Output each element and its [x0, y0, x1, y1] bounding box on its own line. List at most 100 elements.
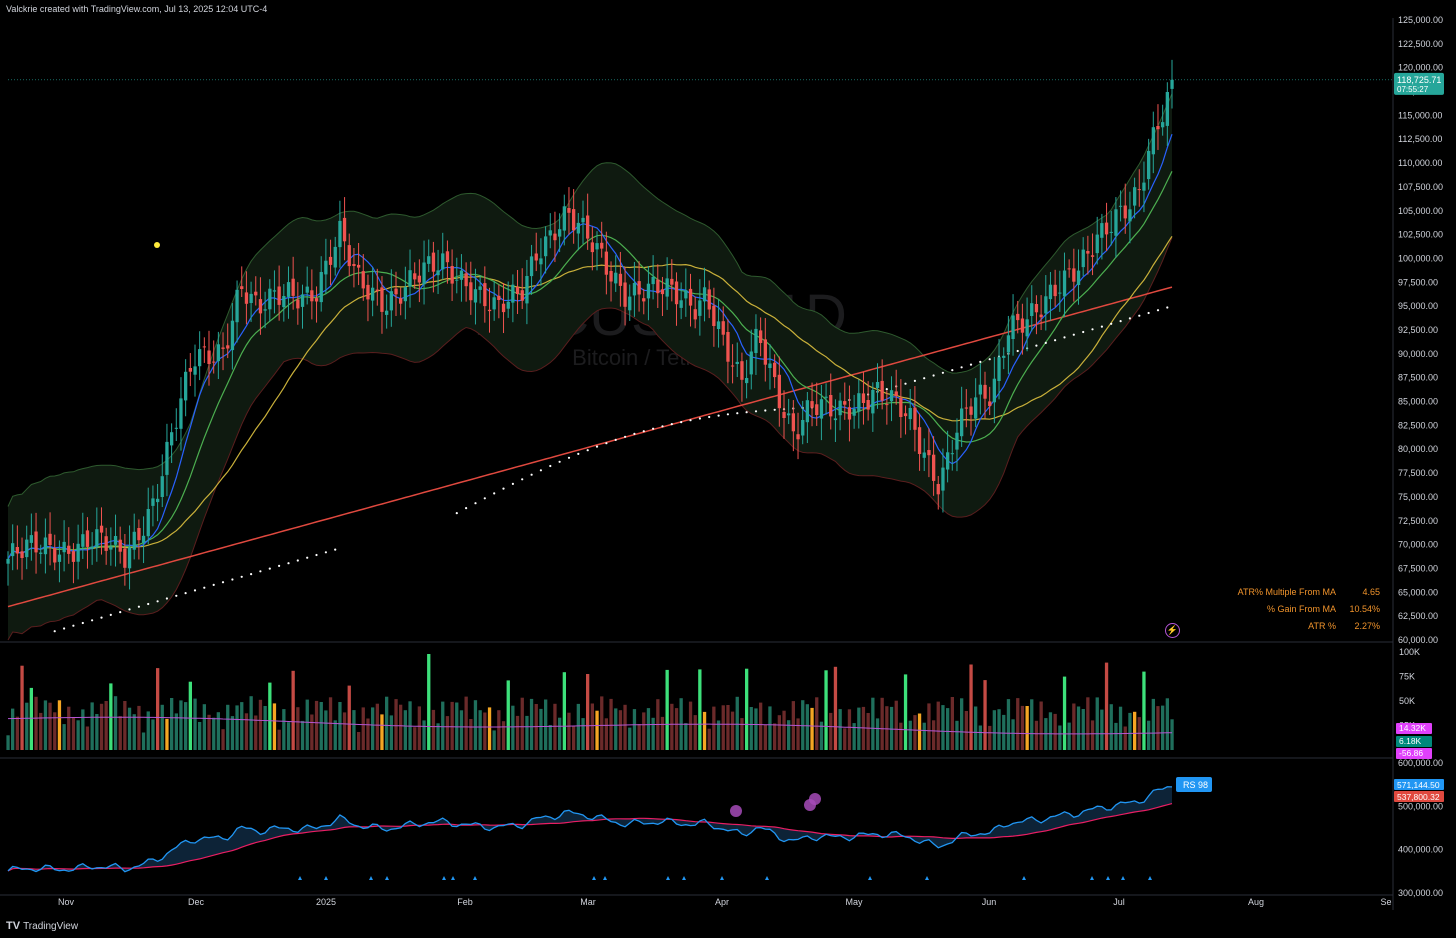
volume-bar	[941, 705, 945, 750]
candle	[773, 362, 777, 378]
signal-triangle	[369, 876, 373, 880]
volume-bar	[417, 706, 421, 750]
candle	[567, 208, 571, 213]
volume-bar	[899, 722, 903, 750]
candle	[34, 531, 38, 553]
candle	[380, 287, 384, 312]
candle	[716, 321, 721, 329]
dot-point	[165, 597, 168, 600]
signal-triangle	[1148, 876, 1152, 880]
price-chart[interactable]: BTCUSDT, 1DBitcoin / TetherUS125,000.001…	[0, 0, 1456, 938]
rs-axis-tick-label: 300,000.00	[1398, 888, 1443, 898]
volume-bar	[1170, 719, 1174, 750]
candle	[660, 289, 665, 295]
candle	[501, 303, 506, 313]
volume-bar	[665, 669, 669, 750]
candle	[978, 384, 982, 395]
volume-bar	[57, 700, 62, 750]
volume-bar	[529, 698, 534, 750]
volume-bar	[113, 696, 118, 750]
candle	[170, 432, 174, 446]
price-axis-tick-label: 102,500.00	[1398, 230, 1443, 240]
candle	[11, 543, 15, 557]
volume-bar	[1067, 722, 1071, 750]
candle	[305, 286, 309, 293]
volume-bar	[1104, 662, 1109, 750]
candle	[558, 229, 562, 237]
candle	[1100, 223, 1104, 238]
candle	[590, 242, 594, 253]
candle	[1006, 335, 1011, 353]
candle	[917, 427, 922, 454]
time-axis-label: Mar	[580, 897, 596, 907]
volume-bar	[380, 714, 384, 750]
candle	[361, 271, 365, 289]
candle	[385, 310, 389, 315]
dot-point	[1100, 325, 1103, 328]
candle	[1062, 270, 1067, 297]
candle	[244, 292, 249, 304]
volume-bar	[988, 725, 992, 750]
volume-bar	[1072, 703, 1076, 750]
volume-bar	[342, 712, 347, 750]
volume-bar	[459, 710, 464, 750]
volume-bar	[614, 708, 618, 750]
dot-point	[904, 382, 907, 385]
volume-bar	[992, 710, 996, 750]
price-axis-tick-label: 65,000.00	[1398, 587, 1438, 597]
volume-bar	[338, 702, 342, 750]
rs-fill	[8, 786, 1172, 872]
volume-axis-tick-label: 50K	[1399, 696, 1415, 706]
volume-bar	[1058, 725, 1062, 750]
volume-bar	[296, 707, 300, 750]
candle	[179, 398, 183, 429]
candle	[310, 290, 314, 302]
candle	[1044, 296, 1048, 314]
candle	[286, 282, 291, 297]
volume-bar	[618, 710, 623, 750]
volume-bar	[978, 725, 982, 750]
price-axis-tick-label: 62,500.00	[1398, 611, 1438, 621]
volume-bar	[207, 714, 211, 750]
candle	[1053, 284, 1057, 297]
dot-point	[250, 573, 253, 576]
dot-point	[147, 602, 150, 606]
dot-point	[1147, 311, 1150, 315]
candle	[1095, 234, 1099, 254]
volume-bar	[544, 699, 548, 750]
time-axis-label: Jun	[982, 897, 997, 907]
dot-point	[586, 449, 589, 452]
volume-bar	[160, 704, 164, 750]
dot-point	[203, 586, 206, 589]
candle	[913, 407, 917, 430]
stats-label: ATR% Multiple From MA	[1237, 586, 1336, 597]
dot-point	[932, 374, 935, 377]
volume-bar	[67, 706, 71, 750]
volume-bar	[25, 702, 29, 750]
candle	[1109, 231, 1113, 233]
candle	[95, 529, 99, 548]
volume-bar	[567, 712, 571, 750]
candle	[240, 286, 244, 289]
candle	[815, 404, 819, 415]
candle	[796, 434, 800, 440]
dot-point	[324, 551, 327, 554]
candle	[254, 291, 258, 296]
candle	[1039, 314, 1043, 318]
candle	[656, 279, 660, 294]
dot-point	[773, 408, 776, 411]
lightning-icon[interactable]: ⚡	[1165, 623, 1180, 638]
price-axis-tick-label: 100,000.00	[1398, 253, 1443, 263]
candle	[684, 290, 688, 299]
price-axis-tick-label: 60,000.00	[1398, 635, 1438, 645]
candle	[193, 366, 197, 375]
price-axis-tick-label: 77,500.00	[1398, 468, 1438, 478]
candle	[300, 294, 305, 307]
candle	[960, 408, 964, 437]
tradingview-logo[interactable]: TV TradingView	[6, 920, 78, 932]
dot-point	[221, 581, 225, 584]
volume-bar	[595, 710, 599, 750]
volume-bar	[184, 702, 188, 750]
candle	[1048, 284, 1053, 300]
volume-bar	[62, 724, 66, 750]
